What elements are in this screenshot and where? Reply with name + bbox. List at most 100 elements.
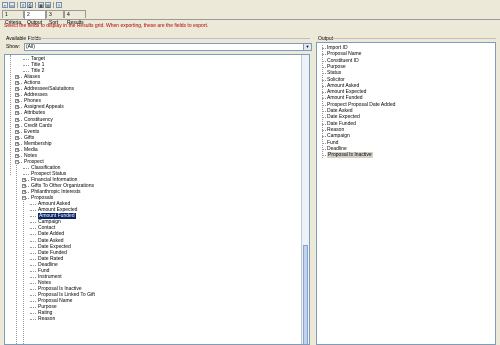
output-item[interactable]: Constituent ID: [327, 58, 359, 64]
expand-icon[interactable]: +: [15, 105, 19, 110]
tab-strip: 1 Criteria 2 Output 3 Sort 4 Results: [0, 10, 500, 26]
expand-icon[interactable]: +: [15, 117, 19, 122]
available-fields-divider: [30, 38, 310, 39]
tree-connector: [30, 319, 36, 321]
tree-connector: [23, 167, 29, 169]
tree-connector: [30, 282, 36, 284]
output-item-label: Date Asked: [327, 108, 353, 114]
output-item[interactable]: Status: [327, 70, 341, 76]
output-item-label: Prospect Proposal Date Added: [327, 101, 396, 108]
tree-connector: [30, 288, 36, 290]
output-connector: [322, 155, 326, 157]
tree-connector: [30, 294, 36, 296]
output-item-label: Constituent ID: [327, 57, 359, 64]
output-item[interactable]: Amount Expected: [327, 89, 366, 95]
expand-icon[interactable]: +: [15, 111, 19, 116]
expand-icon[interactable]: +: [15, 135, 19, 140]
instruction-text: Select the fields to display in the Resu…: [4, 23, 209, 29]
expand-icon[interactable]: +: [15, 123, 19, 128]
show-select[interactable]: (All) ▼: [24, 43, 312, 51]
output-item[interactable]: Amount Funded: [327, 95, 363, 101]
tree-connector: [30, 222, 36, 224]
output-guide-line: [322, 45, 323, 159]
output-item[interactable]: Solicitor: [327, 77, 345, 83]
output-connector: [322, 92, 326, 94]
tree-scrollbar[interactable]: [301, 55, 309, 344]
tree-connector: [30, 216, 36, 218]
tab-criteria[interactable]: 1 Criteria: [2, 10, 24, 26]
expand-icon[interactable]: +: [22, 190, 26, 195]
output-item-label: Fund: [327, 139, 339, 146]
output-item[interactable]: Date Expected: [327, 114, 360, 120]
tab-output[interactable]: 2 Output: [24, 10, 46, 26]
output-item[interactable]: Deadline: [327, 146, 347, 152]
tree-connector: [23, 65, 29, 67]
output-item[interactable]: Purpose: [327, 64, 346, 70]
output-item-label: Amount Asked: [327, 82, 360, 89]
output-connector: [322, 98, 326, 100]
tab-results[interactable]: 4 Results: [64, 10, 86, 26]
expand-icon[interactable]: +: [15, 87, 19, 92]
output-connector: [322, 48, 326, 49]
expand-icon[interactable]: +: [15, 93, 19, 98]
output-connector: [322, 60, 326, 62]
expand-icon[interactable]: +: [15, 141, 19, 146]
output-item[interactable]: Date Funded: [327, 121, 356, 127]
output-item[interactable]: Proposal Is Inactive: [327, 152, 373, 159]
available-fields-title: Available Fields: [6, 36, 41, 42]
output-item-label: Purpose: [327, 63, 346, 70]
tree-guide-line: [23, 196, 24, 344]
available-fields-tree[interactable]: Target Title 1 Title 2 + Aliases + Actions + Add…: [4, 54, 310, 345]
output-item[interactable]: Date Asked: [327, 108, 353, 114]
expand-icon[interactable]: +: [15, 75, 19, 80]
table-icon[interactable]: ▤: [45, 1, 51, 8]
output-item[interactable]: Import ID: [327, 45, 348, 51]
toolbar-separator: [53, 1, 54, 8]
output-divider: [332, 38, 496, 39]
tree-connector: [30, 276, 36, 278]
help-icon[interactable]: ?: [56, 1, 62, 8]
expand-icon[interactable]: +: [22, 178, 26, 182]
output-item-label: Amount Expected: [327, 89, 367, 96]
tree-guide-line: [10, 55, 11, 175]
expand-icon[interactable]: +: [15, 147, 19, 152]
output-item-label: Status: [327, 70, 342, 77]
output-connector: [322, 148, 326, 150]
output-item-label: Proposal Name: [327, 51, 362, 58]
output-item[interactable]: Fund: [327, 140, 338, 146]
output-connector: [322, 104, 326, 106]
chevron-down-icon[interactable]: ▼: [303, 44, 311, 50]
tree-connector: [30, 204, 36, 206]
output-item-label: Date Funded: [327, 120, 356, 127]
output-item[interactable]: Proposal Name: [327, 51, 361, 57]
chart-icon[interactable]: ▦: [38, 1, 44, 8]
expand-icon[interactable]: +: [15, 81, 19, 86]
output-connector: [322, 54, 326, 56]
expand-icon[interactable]: +: [15, 99, 19, 104]
tree-item[interactable]: Reason: [38, 316, 55, 322]
output-item[interactable]: Prospect Proposal Date Added: [327, 102, 395, 108]
tree-connector: [30, 228, 36, 230]
save-icon[interactable]: ▪: [2, 1, 8, 8]
expand-icon[interactable]: +: [15, 153, 19, 158]
tab-sort[interactable]: 3 Sort: [46, 10, 64, 26]
tree-guide-line: [16, 163, 17, 344]
output-connector: [322, 66, 326, 68]
expand-icon[interactable]: +: [15, 129, 19, 134]
export-icon[interactable]: ⇪: [20, 1, 26, 8]
expand-icon[interactable]: +: [22, 184, 26, 189]
tree-scroll-thumb[interactable]: [303, 245, 308, 344]
output-item[interactable]: Amount Asked: [327, 83, 359, 89]
tree-connector: [23, 71, 29, 73]
folder-icon[interactable]: ▭: [9, 1, 15, 8]
output-list[interactable]: Import ID Proposal Name Constituent ID Purp…: [316, 42, 496, 345]
tree-connector: [30, 240, 36, 242]
print-icon[interactable]: ⎙: [27, 1, 33, 8]
output-connector: [322, 117, 326, 119]
output-item-label: Reason: [327, 126, 345, 133]
output-item-label: Date Expected: [327, 114, 360, 121]
tree-connector: [30, 270, 36, 272]
output-item[interactable]: Campaign: [327, 133, 350, 139]
output-item[interactable]: Reason: [327, 127, 344, 133]
show-label: Show:: [6, 44, 20, 50]
